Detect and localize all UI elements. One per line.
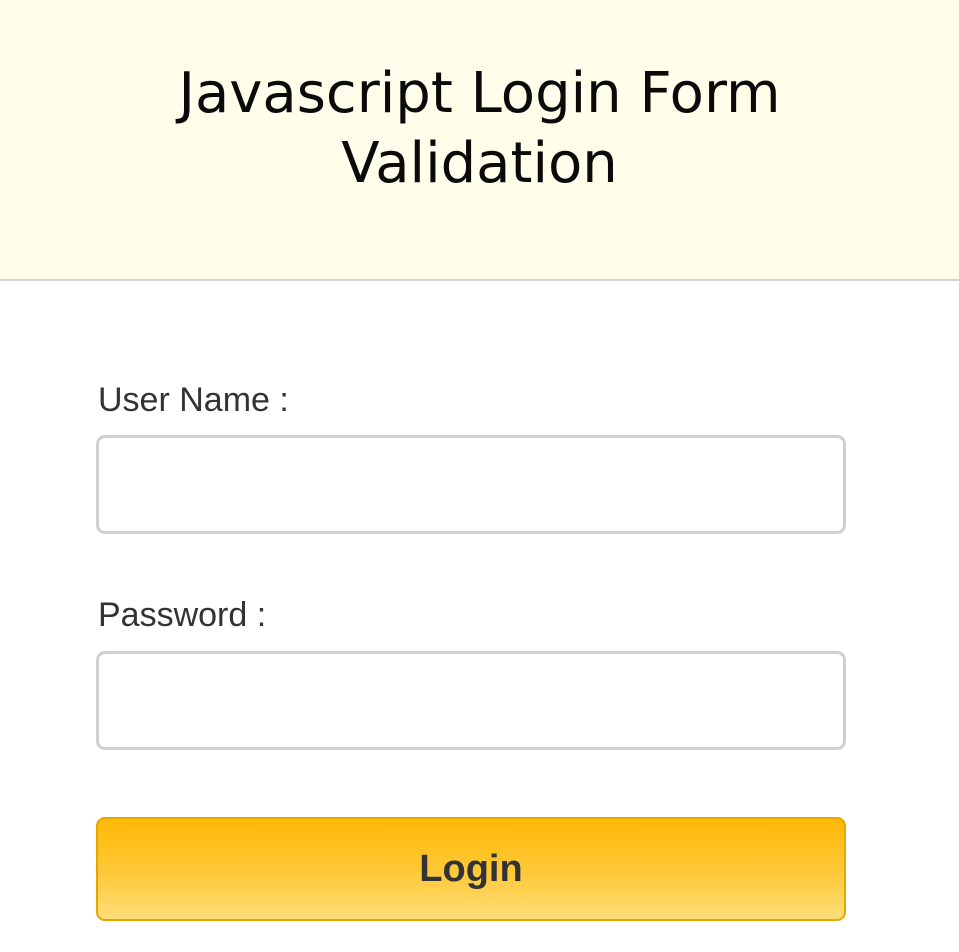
password-input[interactable] [96, 651, 846, 750]
page-title: Javascript Login Form Validation [178, 60, 781, 196]
login-button[interactable]: Login [96, 817, 846, 921]
page-header: Javascript Login Form Validation [0, 0, 959, 281]
username-label: User Name : [98, 381, 289, 419]
username-input[interactable] [96, 435, 846, 534]
password-label: Password : [98, 596, 267, 634]
